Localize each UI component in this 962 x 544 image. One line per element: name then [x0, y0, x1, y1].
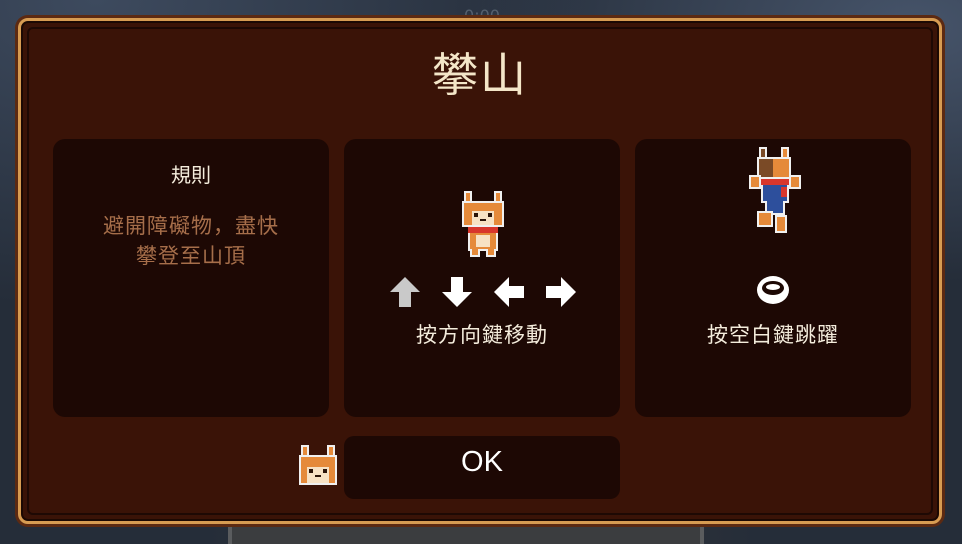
move-panel: 按方向鍵移動	[344, 139, 620, 417]
background-platform	[228, 524, 704, 544]
cat-jumping-icon	[749, 147, 801, 233]
ok-button[interactable]: OK	[344, 436, 620, 499]
left-arrow-icon	[494, 277, 524, 307]
down-arrow-icon	[442, 277, 472, 307]
right-arrow-icon	[546, 277, 576, 307]
rules-text: 避開障礙物，盡快 攀登至山頂	[77, 211, 305, 271]
rules-text-line-2: 攀登至山頂	[136, 244, 246, 268]
rules-heading: 規則	[171, 163, 211, 187]
cat-standing-icon	[462, 191, 504, 257]
move-caption: 按方向鍵移動	[416, 323, 548, 347]
cat-cursor-icon	[299, 445, 337, 485]
jump-caption: 按空白鍵跳躍	[707, 323, 839, 347]
jump-panel: 按空白鍵跳躍	[635, 139, 911, 417]
rules-panel: 規則 避開障礙物，盡快 攀登至山頂	[53, 139, 329, 417]
arrow-keys-row	[388, 275, 578, 309]
instructions-dialog: 攀山 規則 避開障礙物，盡快 攀登至山頂 按方向鍵移動 按空白鍵跳躍 OK	[18, 18, 942, 524]
rules-text-line-1: 避開障礙物，盡快	[103, 214, 279, 238]
space-key-icon	[757, 276, 789, 304]
up-arrow-icon	[390, 277, 420, 307]
dialog-title: 攀山	[432, 48, 528, 102]
